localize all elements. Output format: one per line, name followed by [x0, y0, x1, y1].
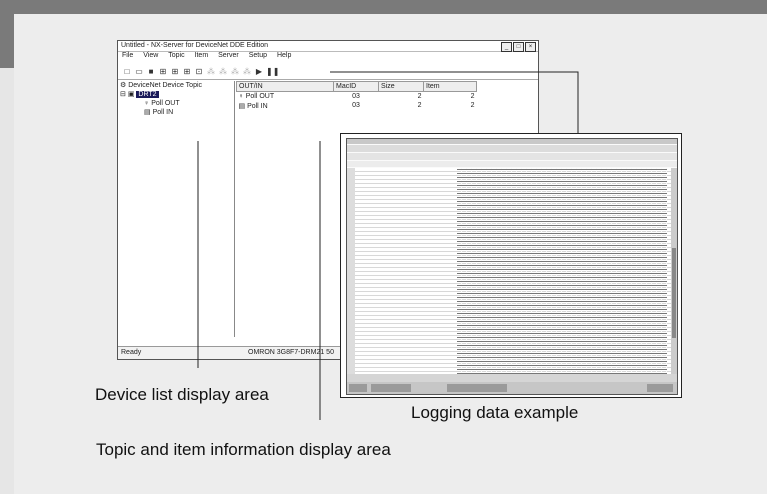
add-topic-icon[interactable]: ⊞	[170, 67, 180, 77]
window-controls: _ □ ×	[501, 42, 536, 52]
column-header[interactable]: MacID	[333, 81, 379, 92]
logging-label: Logging data example	[411, 403, 579, 422]
spreadsheet-formula-bar	[347, 161, 677, 167]
start-button	[349, 384, 367, 392]
column-header[interactable]: OUT/IN	[236, 81, 334, 92]
scroll-thumb	[672, 248, 676, 338]
topic-settings-icon[interactable]: ⊡	[194, 67, 204, 77]
menu-help[interactable]: Help	[277, 52, 291, 59]
row-macid: 03	[352, 93, 360, 100]
device-list-pane: ⚙ DeviceNet Device Topic ⊟ ▣ DRT2 ♀ Poll…	[120, 81, 235, 337]
tree-root-label: DeviceNet Device Topic	[128, 82, 203, 89]
add-item-icon[interactable]: ⁂	[218, 67, 228, 77]
column-header[interactable]: Item	[423, 81, 477, 92]
row-name-label: Poll OUT	[245, 93, 275, 100]
taskbar-clock	[647, 384, 673, 392]
input-icon: ▤	[238, 102, 248, 110]
item-settings-icon[interactable]: ⁂	[242, 67, 252, 77]
tree-child-label: Poll OUT	[151, 100, 180, 107]
device-tree: ⚙ DeviceNet Device Topic ⊟ ▣ DRT2 ♀ Poll…	[120, 81, 234, 117]
menu-bar: File View Topic Item Server Setup Help	[118, 52, 538, 63]
spreadsheet-toolbar	[347, 153, 677, 160]
logged-data-cells	[457, 168, 667, 374]
row-macid: 03	[352, 102, 360, 109]
tree-node-label: DRT2	[136, 91, 159, 98]
menu-item[interactable]: Item	[195, 52, 209, 59]
minimize-button[interactable]: _	[501, 42, 512, 52]
menu-setup[interactable]: Setup	[249, 52, 267, 59]
menu-file[interactable]: File	[122, 52, 133, 59]
menu-server[interactable]: Server	[218, 52, 239, 59]
tree-root[interactable]: ⚙ DeviceNet Device Topic	[120, 81, 234, 90]
output-icon: ♀	[238, 93, 246, 100]
row-size: 2	[417, 93, 422, 100]
device-icon: ▣	[127, 91, 135, 98]
tree-node[interactable]: ⊟ ▣ DRT2	[120, 90, 234, 99]
side-tab	[0, 14, 14, 68]
devicenet-icon: ⚙	[120, 82, 129, 89]
row-size: 2	[417, 102, 422, 109]
taskbar-item	[371, 384, 411, 392]
table-row[interactable]: ▤ Poll IN 03 2 2	[237, 101, 477, 110]
row-name: ▤ Poll IN	[237, 101, 334, 110]
close-button[interactable]: ×	[525, 42, 536, 52]
tree-child[interactable]: ▤ Poll IN	[120, 108, 234, 117]
row-item: 2	[470, 102, 475, 109]
vertical-scrollbar	[671, 168, 677, 374]
save-icon[interactable]: ■	[146, 67, 156, 77]
device-list-label: Device list display area	[95, 385, 269, 404]
pause-icon[interactable]: ❚❚	[266, 67, 279, 77]
row-headers	[347, 168, 355, 374]
column-header[interactable]: Size	[378, 81, 424, 92]
maximize-button[interactable]: □	[513, 42, 524, 52]
window-title: Untitled - NX-Server for DeviceNet DDE E…	[121, 42, 269, 49]
topic-item-table: OUT/IN MacID Size Item ♀ Poll OUT 03 2 2…	[236, 81, 477, 110]
status-device: OMRON 3G8F7-DRM21 50	[248, 349, 334, 356]
new-file-icon[interactable]: □	[122, 67, 132, 77]
item-icon[interactable]: ⁂	[206, 67, 216, 77]
menu-view[interactable]: View	[143, 52, 158, 59]
taskbar-item	[447, 384, 507, 392]
spreadsheet-title-bar	[347, 139, 677, 144]
top-band	[0, 0, 767, 14]
toolbar: □ ▭ ■ ⊞ ⊞ ⊞ ⊡ ⁂ ⁂ ⁂ ⁂ ▶ ❚❚	[118, 65, 538, 80]
title-bar: Untitled - NX-Server for DeviceNet DDE E…	[118, 41, 538, 52]
spreadsheet-menu-bar	[347, 145, 677, 152]
status-ready: Ready	[121, 349, 142, 356]
tree-child[interactable]: ♀ Poll OUT	[120, 99, 234, 108]
sheet-tabs	[347, 374, 677, 382]
row-name: ♀ Poll OUT	[237, 92, 334, 102]
menu-topic[interactable]: Topic	[168, 52, 184, 59]
row-name-label: Poll IN	[247, 102, 268, 110]
tree-child-label: Poll IN	[152, 109, 174, 116]
delete-topic-icon[interactable]: ⊞	[182, 67, 192, 77]
logging-data-example	[340, 133, 682, 398]
topic-item-label: Topic and item information display area	[96, 440, 391, 459]
taskbar	[347, 382, 677, 394]
table-row[interactable]: ♀ Poll OUT 03 2 2	[237, 92, 477, 102]
delete-item-icon[interactable]: ⁂	[230, 67, 240, 77]
topic-icon[interactable]: ⊞	[158, 67, 168, 77]
row-item: 2	[470, 93, 475, 100]
spreadsheet-window	[346, 138, 678, 395]
play-icon[interactable]: ▶	[254, 67, 264, 77]
input-icon: ▤	[144, 109, 153, 116]
open-folder-icon[interactable]: ▭	[134, 67, 144, 77]
